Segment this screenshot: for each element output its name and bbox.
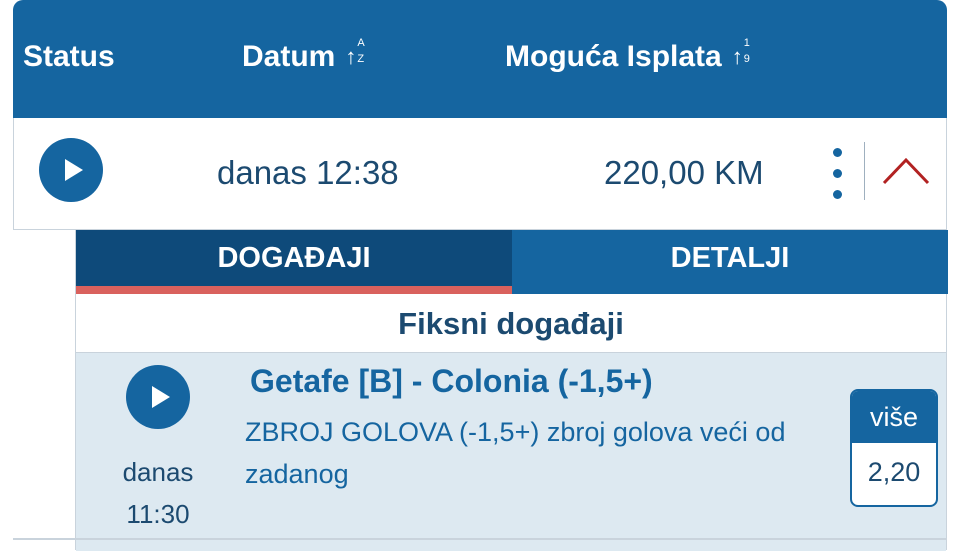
ticket-detail-panel: DOGAĐAJI DETALJI Fiksni događaji danas 1… (75, 230, 948, 551)
tab-details-label: DETALJI (670, 242, 790, 274)
play-icon (126, 365, 190, 429)
bottom-divider (13, 538, 947, 540)
payout-column-label: Moguća Isplata (505, 40, 722, 73)
odd-box[interactable]: više 2,20 (850, 389, 938, 507)
odd-label: više (852, 391, 936, 443)
table-header: Status Datum ↑ A Z Moguća Isplata ↑ 1 9 (13, 0, 947, 118)
event-clock: 11:30 (126, 499, 190, 529)
event-time: danas 11:30 (106, 451, 210, 535)
payout-column-header[interactable]: Moguća Isplata ↑ 1 9 (505, 38, 750, 74)
active-tab-indicator (76, 286, 512, 294)
kebab-menu-icon[interactable] (832, 148, 842, 200)
ticket-payout: 220,00 KM (604, 154, 764, 191)
event-match: Getafe [B] - Colonia (-1,5+) (250, 363, 653, 399)
date-column-label: Datum (242, 40, 336, 73)
section-title: Fiksni događaji (398, 306, 624, 341)
sort-numeric-icon[interactable]: ↑ 1 9 (732, 38, 750, 70)
tab-events[interactable]: DOGAĐAJI (76, 230, 512, 294)
sort-alpha-icon[interactable]: ↑ A Z (345, 38, 364, 70)
event-day: danas (122, 457, 194, 487)
event-description: ZBROJ GOLOVA (-1,5+) zbroj golova veći o… (245, 417, 786, 489)
event-row[interactable]: danas 11:30 Getafe [B] - Colonia (-1,5+)… (76, 352, 946, 551)
chevron-up-icon[interactable] (882, 156, 930, 186)
status-column-header: Status (23, 40, 115, 73)
tab-details[interactable]: DETALJI (512, 230, 948, 294)
play-icon (39, 138, 103, 202)
ticket-date: danas 12:38 (217, 154, 399, 191)
odd-value: 2,20 (867, 457, 921, 487)
date-column-header[interactable]: Datum ↑ A Z (242, 38, 365, 74)
tab-events-label: DOGAĐAJI (217, 242, 371, 274)
row-divider (864, 142, 865, 200)
ticket-row[interactable]: danas 12:38 220,00 KM (13, 118, 947, 230)
